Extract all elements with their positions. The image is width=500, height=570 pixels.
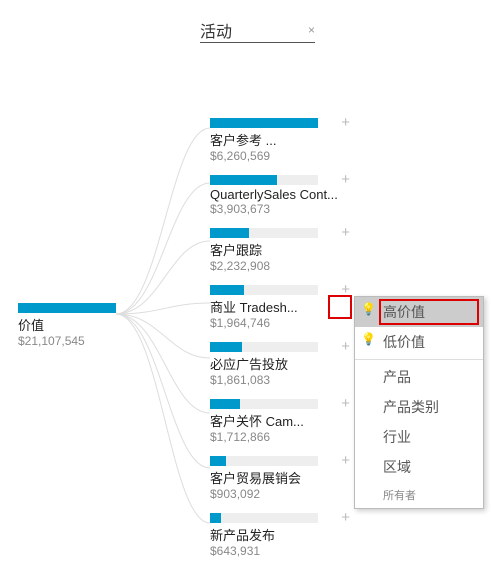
root-label: 价值 bbox=[18, 315, 116, 334]
child-nodes: + 客户参考 ... $6,260,569 + QuarterlySales C… bbox=[210, 118, 350, 570]
child-bar-track bbox=[210, 399, 318, 409]
child-label: 客户贸易展销会 bbox=[210, 468, 340, 487]
child-node[interactable]: + 必应广告投放 $1,861,083 bbox=[210, 342, 350, 387]
child-bar-fill bbox=[210, 456, 226, 466]
child-label: 商业 Tradesh... bbox=[210, 297, 340, 316]
child-bar-track bbox=[210, 228, 318, 238]
expand-icon[interactable]: + bbox=[341, 395, 350, 412]
child-label: 必应广告投放 bbox=[210, 354, 340, 373]
child-bar-fill bbox=[210, 342, 242, 352]
child-node[interactable]: + 客户参考 ... $6,260,569 bbox=[210, 118, 350, 163]
root-value: $21,107,545 bbox=[18, 334, 116, 348]
child-value: $3,903,673 bbox=[210, 202, 350, 216]
menu-item-label: 低价值 bbox=[383, 334, 425, 350]
menu-item-high-value[interactable]: 💡 高价值 bbox=[355, 297, 483, 327]
expand-icon[interactable]: + bbox=[341, 114, 350, 131]
menu-item-region[interactable]: 区域 bbox=[355, 452, 483, 482]
menu-item-label: 所有者 bbox=[383, 490, 416, 502]
child-value: $6,260,569 bbox=[210, 149, 350, 163]
lightbulb-icon: 💡 bbox=[361, 332, 376, 346]
child-value: $1,861,083 bbox=[210, 373, 350, 387]
child-node[interactable]: + 客户关怀 Cam... $1,712,866 bbox=[210, 399, 350, 444]
child-value: $1,712,866 bbox=[210, 430, 350, 444]
child-value: $2,232,908 bbox=[210, 259, 350, 273]
child-bar-fill bbox=[210, 118, 318, 128]
root-bar bbox=[18, 303, 116, 313]
breakdown-field-label: 活动 bbox=[200, 18, 232, 42]
child-value: $903,092 bbox=[210, 487, 350, 501]
menu-item-label: 高价值 bbox=[383, 304, 425, 320]
child-node[interactable]: + 新产品发布 $643,931 bbox=[210, 513, 350, 558]
menu-item-industry[interactable]: 行业 bbox=[355, 422, 483, 452]
expand-icon[interactable]: + bbox=[341, 171, 350, 188]
child-node[interactable]: + 客户跟踪 $2,232,908 bbox=[210, 228, 350, 273]
expand-icon[interactable]: + bbox=[341, 509, 350, 526]
child-node[interactable]: + 商业 Tradesh... $1,964,746 bbox=[210, 285, 350, 330]
child-bar-track bbox=[210, 285, 318, 295]
child-label: 客户参考 ... bbox=[210, 130, 340, 149]
child-bar-track bbox=[210, 456, 318, 466]
child-label: 新产品发布 bbox=[210, 525, 340, 544]
menu-item-label: 产品 bbox=[383, 369, 411, 385]
child-bar-fill bbox=[210, 285, 244, 295]
child-bar-fill bbox=[210, 399, 240, 409]
child-bar-fill bbox=[210, 513, 221, 523]
drilldown-menu: 💡 高价值 💡 低价值 产品 产品类别 行业 区域 所有者 bbox=[354, 296, 484, 509]
child-bar-fill bbox=[210, 175, 277, 185]
expand-icon[interactable]: + bbox=[341, 452, 350, 469]
menu-item-label: 行业 bbox=[383, 429, 411, 445]
child-bar-fill bbox=[210, 228, 249, 238]
child-bar-track bbox=[210, 118, 318, 128]
expand-icon[interactable]: + bbox=[341, 224, 350, 241]
menu-item-label: 区域 bbox=[383, 459, 411, 475]
expand-icon-active[interactable]: + bbox=[341, 281, 350, 298]
menu-item-product[interactable]: 产品 bbox=[355, 362, 483, 392]
child-label: 客户关怀 Cam... bbox=[210, 411, 340, 430]
child-label: QuarterlySales Cont... bbox=[210, 187, 340, 202]
menu-item-low-value[interactable]: 💡 低价值 bbox=[355, 327, 483, 357]
clear-field-icon[interactable]: × bbox=[308, 23, 315, 37]
menu-item-product-category[interactable]: 产品类别 bbox=[355, 392, 483, 422]
menu-item-label: 产品类别 bbox=[383, 399, 439, 415]
root-node[interactable]: 价值 $21,107,545 bbox=[18, 303, 116, 348]
child-bar-track bbox=[210, 175, 318, 185]
child-bar-track bbox=[210, 513, 318, 523]
child-node[interactable]: + 客户贸易展销会 $903,092 bbox=[210, 456, 350, 501]
expand-icon[interactable]: + bbox=[341, 338, 350, 355]
child-node[interactable]: + QuarterlySales Cont... $3,903,673 bbox=[210, 175, 350, 216]
menu-separator bbox=[355, 359, 483, 360]
child-value: $643,931 bbox=[210, 544, 350, 558]
child-bar-track bbox=[210, 342, 318, 352]
breakdown-field[interactable]: 活动 × bbox=[200, 18, 315, 43]
child-value: $1,964,746 bbox=[210, 316, 350, 330]
child-label: 客户跟踪 bbox=[210, 240, 340, 259]
lightbulb-icon: 💡 bbox=[361, 302, 376, 316]
menu-item-owner[interactable]: 所有者 bbox=[355, 482, 483, 508]
